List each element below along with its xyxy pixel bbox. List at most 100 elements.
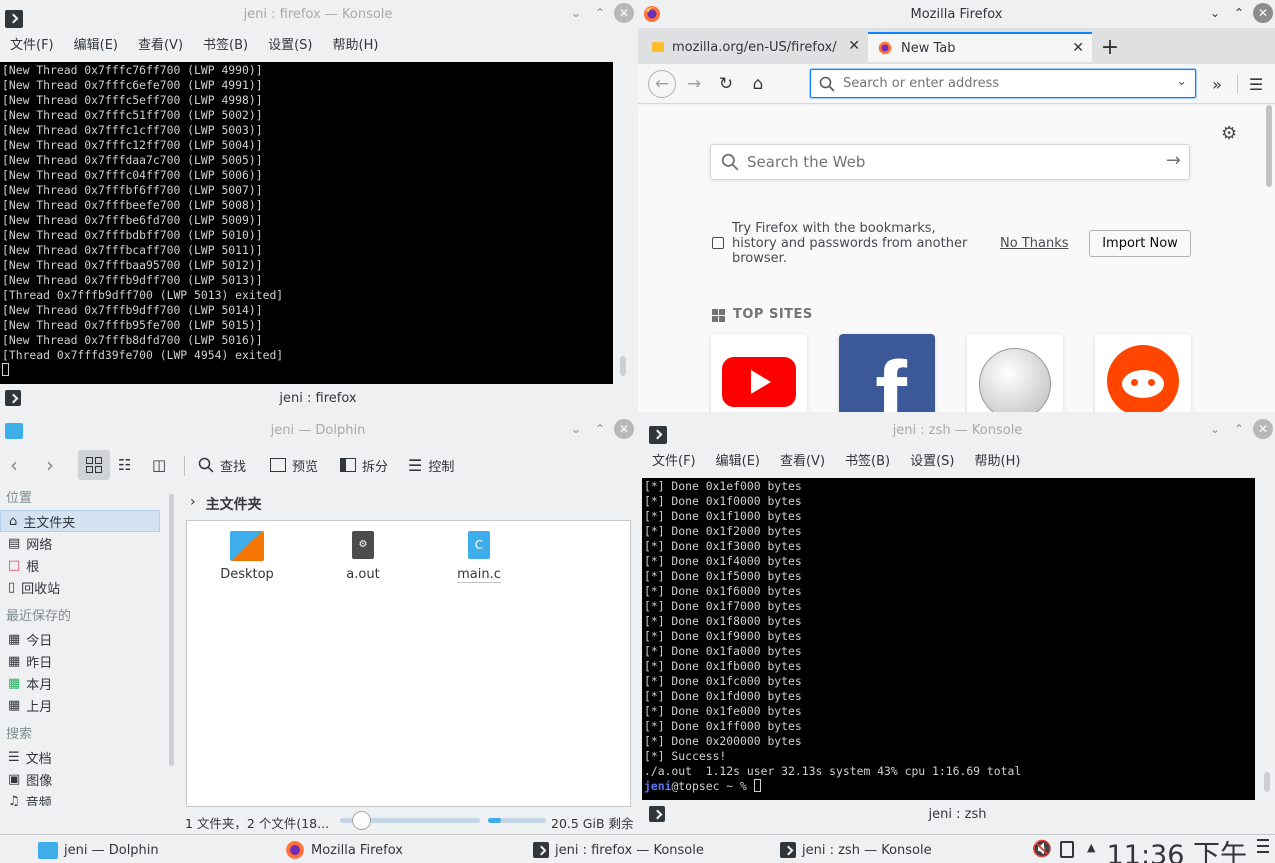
maximize-icon[interactable]: ⌃ [1229,419,1249,439]
recent-this-month[interactable]: ▦ 本月 [0,672,166,694]
menu-help[interactable]: 帮助(H) [327,34,385,53]
recent-last-month[interactable]: ▦ 上月 [0,694,166,716]
session-tab[interactable]: jeni : zsh [640,801,1275,827]
minimize-icon[interactable]: ⌄ [566,419,586,439]
scrollbar[interactable] [1264,772,1270,792]
terminal-line: [*] Done 0x1f1000 bytes [644,509,802,523]
arrow-right-icon[interactable]: → [1166,150,1181,171]
maximize-icon[interactable]: ⌃ [1229,3,1249,23]
import-now-button[interactable]: Import Now [1089,230,1191,257]
task-konsole-zsh[interactable]: jeni : zsh — Konsole [780,838,932,862]
minimize-icon[interactable]: ⌄ [566,3,586,23]
top-site-youtube[interactable] [711,334,807,412]
file-item-desktop[interactable]: Desktop [202,531,292,582]
status-text: 1 文件夹，2 个文件(18... [185,816,330,831]
search-images[interactable]: ▣ 图像 [0,768,166,790]
breadcrumb[interactable]: › 主文件夹 [190,494,262,514]
panel-menu-icon[interactable] [1257,839,1269,853]
task-firefox[interactable]: Mozilla Firefox [285,838,403,862]
close-tab-icon[interactable]: ✕ [1072,40,1084,56]
preview-button[interactable]: 预览 [270,450,318,480]
menu-help[interactable]: 帮助(H) [969,450,1027,469]
titlebar[interactable]: jeni — Dolphin ⌄ ⌃ ✕ [0,416,636,444]
compact-view-icon[interactable]: ☷ [118,450,131,480]
session-tab[interactable]: jeni : firefox [0,385,636,411]
find-button[interactable]: 查找 [198,450,246,480]
terminal-output[interactable]: [*] Done 0x1ef000 bytes [*] Done 0x1f0000… [642,478,1255,800]
back-icon[interactable]: ‹ [10,450,18,480]
maximize-icon[interactable]: ⌃ [590,419,610,439]
close-icon[interactable]: ✕ [1253,419,1273,439]
search-documents[interactable]: ☰ 文档 [0,746,166,768]
control-button[interactable]: ☰ 控制 [408,450,454,480]
new-tab-plus-icon[interactable]: + [1096,32,1124,62]
web-search-box[interactable]: Search the Web → [710,144,1190,180]
url-bar[interactable]: Search or enter address ⌄ [810,69,1196,98]
icons-view-button[interactable] [78,450,110,480]
forward-icon[interactable]: › [46,450,54,480]
close-icon[interactable]: ✕ [614,3,634,23]
firefox-icon [644,6,660,22]
back-icon[interactable]: ← [648,70,676,98]
recent-today[interactable]: ▦ 今日 [0,628,166,650]
place-network[interactable]: ▤ 网络 [0,532,166,554]
close-icon[interactable]: ✕ [1253,3,1273,23]
close-tab-icon[interactable]: ✕ [848,38,860,54]
menu-edit[interactable]: 编辑(E) [710,450,766,469]
details-view-icon[interactable]: ◫ [152,450,166,480]
reload-icon[interactable]: ↻ [712,70,740,98]
search-icon [819,76,835,92]
task-dolphin[interactable]: jeni — Dolphin [38,838,159,862]
menu-settings[interactable]: 设置(S) [904,450,960,469]
menu-file[interactable]: 文件(F) [4,34,60,53]
volume-mute-icon[interactable]: 🔇 [1032,839,1052,858]
terminal-line: [*] Done 0x1f0000 bytes [644,494,802,508]
top-site-wikipedia[interactable] [967,334,1063,412]
maximize-icon[interactable]: ⌃ [590,3,610,23]
file-item-a-out[interactable]: ⚙ a.out [318,531,408,582]
top-site-facebook[interactable]: f [839,334,935,412]
menu-view[interactable]: 查看(V) [132,34,189,53]
menu-settings[interactable]: 设置(S) [262,34,318,53]
overflow-menu-icon[interactable]: » [1203,70,1231,98]
gear-icon[interactable]: ⚙ [1221,123,1237,144]
forward-icon[interactable]: → [680,70,708,98]
terminal-output[interactable]: [New Thread 0x7fffc76ff700 (LWP 4990)] [N… [0,62,613,384]
scrollbar[interactable] [620,356,626,376]
task-konsole-firefox[interactable]: jeni : firefox — Konsole [533,838,704,862]
recent-yesterday[interactable]: ▦ 昨日 [0,650,166,672]
places-scrollbar[interactable] [169,494,174,766]
file-item-main-c[interactable]: C main.c [434,531,524,583]
home-icon[interactable]: ⌂ [744,70,772,98]
split-button[interactable]: 拆分 [340,450,388,480]
minimize-icon[interactable]: ⌄ [1205,3,1225,23]
top-site-reddit[interactable] [1095,334,1191,412]
titlebar[interactable]: jeni : firefox — Konsole ⌄ ⌃ ✕ [0,0,636,28]
tab-new-tab[interactable]: New Tab ✕ [868,32,1092,62]
place-root[interactable]: □ 根 [0,554,166,576]
clock[interactable]: 11:36 下午 [1107,833,1247,863]
menu-edit[interactable]: 编辑(E) [68,34,124,53]
chevron-down-icon[interactable]: ⌄ [1176,74,1187,89]
menu-file[interactable]: 文件(F) [646,450,702,469]
titlebar[interactable]: Mozilla Firefox ⌄ ⌃ ✕ [638,0,1275,28]
page-scrollbar[interactable] [1266,105,1272,187]
titlebar[interactable]: jeni : zsh — Konsole ⌄ ⌃ ✕ [640,416,1275,444]
menu-bookmarks[interactable]: 书签(B) [197,34,254,53]
place-home[interactable]: ⌂ 主文件夹 [0,510,160,532]
place-trash[interactable]: ▯ 回收站 [0,576,166,598]
close-icon[interactable]: ✕ [614,419,634,439]
minimize-icon[interactable]: ⌄ [1205,419,1225,439]
space-bar [488,818,546,823]
search-audio[interactable]: ♫ 音频 [0,790,166,807]
menu-bookmarks[interactable]: 书签(B) [839,450,896,469]
hamburger-menu-icon[interactable]: ☰ [1242,70,1270,98]
file-view[interactable]: Desktop ⚙ a.out C main.c [186,520,631,807]
zoom-slider-handle[interactable] [352,811,371,830]
clipboard-icon[interactable] [1060,841,1074,858]
trash-icon: ▯ [8,579,16,595]
no-thanks-link[interactable]: No Thanks [1000,236,1069,251]
menu-view[interactable]: 查看(V) [774,450,831,469]
tab-mozilla[interactable]: mozilla.org/en-US/firefox/ ✕ [642,32,868,62]
tray-expand-icon[interactable]: ▲ [1087,841,1095,854]
